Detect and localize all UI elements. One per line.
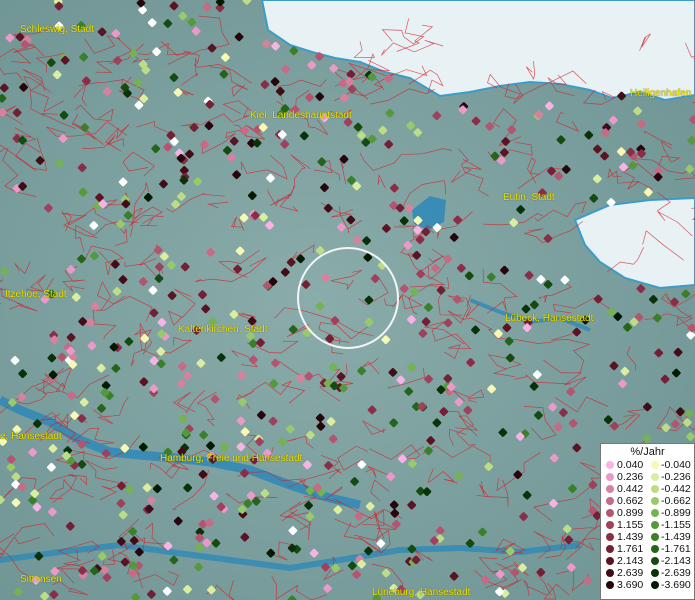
city-label-sittensen: Sittensen [20,574,62,585]
legend-swatch-negative [651,473,659,481]
legend-value-positive: 2.639 [617,567,644,579]
legend-rows: 0.040 -0.040 0.236 -0.236 0.442 -0.442 0.662 -0… [601,459,694,591]
legend-value-positive: 0.236 [617,471,644,483]
legend-value-negative: -1.155 [661,519,691,531]
legend-swatch-positive [606,473,614,481]
legend-swatch-positive [606,461,614,469]
legend-value-negative: -0.040 [661,459,691,471]
legend-value-positive: 1.761 [617,543,644,555]
legend-value-negative: -0.442 [661,483,691,495]
city-label-hamburg-west: e, Hansestadt [0,431,62,442]
city-label-lueneburg: Lüneburg, Hansestadt [372,587,471,598]
legend-value-negative: -0.236 [661,471,691,483]
legend-value-negative: -3.690 [661,579,691,591]
legend-value-positive: 0.662 [617,495,644,507]
city-label-heiligenhafen: Heiligenhafen [630,88,692,99]
legend-swatch-positive [606,557,614,565]
legend-swatch-positive [606,509,614,517]
legend-swatch-negative [651,521,659,529]
legend-swatch-positive [606,521,614,529]
legend-swatch-positive [606,581,614,589]
legend-row: 1.439 -1.439 [601,531,694,543]
legend-swatch-negative [651,533,659,541]
legend-swatch-positive [606,545,614,553]
city-label-kiel: Kiel, Landeshauptstadt [250,110,352,121]
legend-value-negative: -0.899 [661,507,691,519]
legend-value-positive: 0.040 [617,459,644,471]
legend-swatch-negative [651,461,659,469]
legend-value-negative: -2.143 [661,555,691,567]
legend-row: 1.155 -1.155 [601,519,694,531]
legend-value-positive: 0.899 [617,507,644,519]
legend-swatch-negative [651,581,659,589]
legend-row: 2.143 -2.143 [601,555,694,567]
legend-row: 0.442 -0.442 [601,483,694,495]
legend-swatch-positive [606,569,614,577]
legend: %/Jahr 0.040 -0.040 0.236 -0.236 0.442 -0.442… [600,443,695,600]
legend-value-positive: 2.143 [617,555,644,567]
legend-value-positive: 3.690 [617,579,644,591]
city-label-luebeck: Lübeck, Hansestadt [505,313,594,324]
legend-value-positive: 1.439 [617,531,644,543]
legend-row: 0.236 -0.236 [601,471,694,483]
legend-swatch-positive [606,485,614,493]
city-label-eutin: Eutin, Stadt [503,192,555,203]
legend-swatch-negative [651,485,659,493]
legend-row: 0.899 -0.899 [601,507,694,519]
legend-value-positive: 0.442 [617,483,644,495]
city-label-hamburg: Hamburg, Freie und Hansestadt [160,453,303,464]
legend-title: %/Jahr [630,446,665,458]
legend-swatch-positive [606,497,614,505]
city-label-schleswig: Schleswig, Stadt [20,24,94,35]
legend-value-negative: -1.439 [661,531,691,543]
city-label-kaltenkirchen: Kaltenkirchen, Stadt [178,324,268,335]
legend-row: 1.761 -1.761 [601,543,694,555]
legend-row: 0.662 -0.662 [601,495,694,507]
legend-value-negative: -1.761 [661,543,691,555]
legend-swatch-positive [606,533,614,541]
legend-row: 2.639 -2.639 [601,567,694,579]
legend-value-negative: -2.639 [661,567,691,579]
legend-swatch-negative [651,497,659,505]
legend-row: 3.690 -3.690 [601,579,694,591]
legend-value-negative: -0.662 [661,495,691,507]
city-label-itzehoe: Itzehoe, Stadt [5,289,67,300]
legend-row: 0.040 -0.040 [601,459,694,471]
legend-swatch-negative [651,545,659,553]
legend-swatch-negative [651,569,659,577]
legend-swatch-negative [651,557,659,565]
map-canvas[interactable] [0,0,695,600]
legend-value-positive: 1.155 [617,519,644,531]
legend-swatch-negative [651,509,659,517]
